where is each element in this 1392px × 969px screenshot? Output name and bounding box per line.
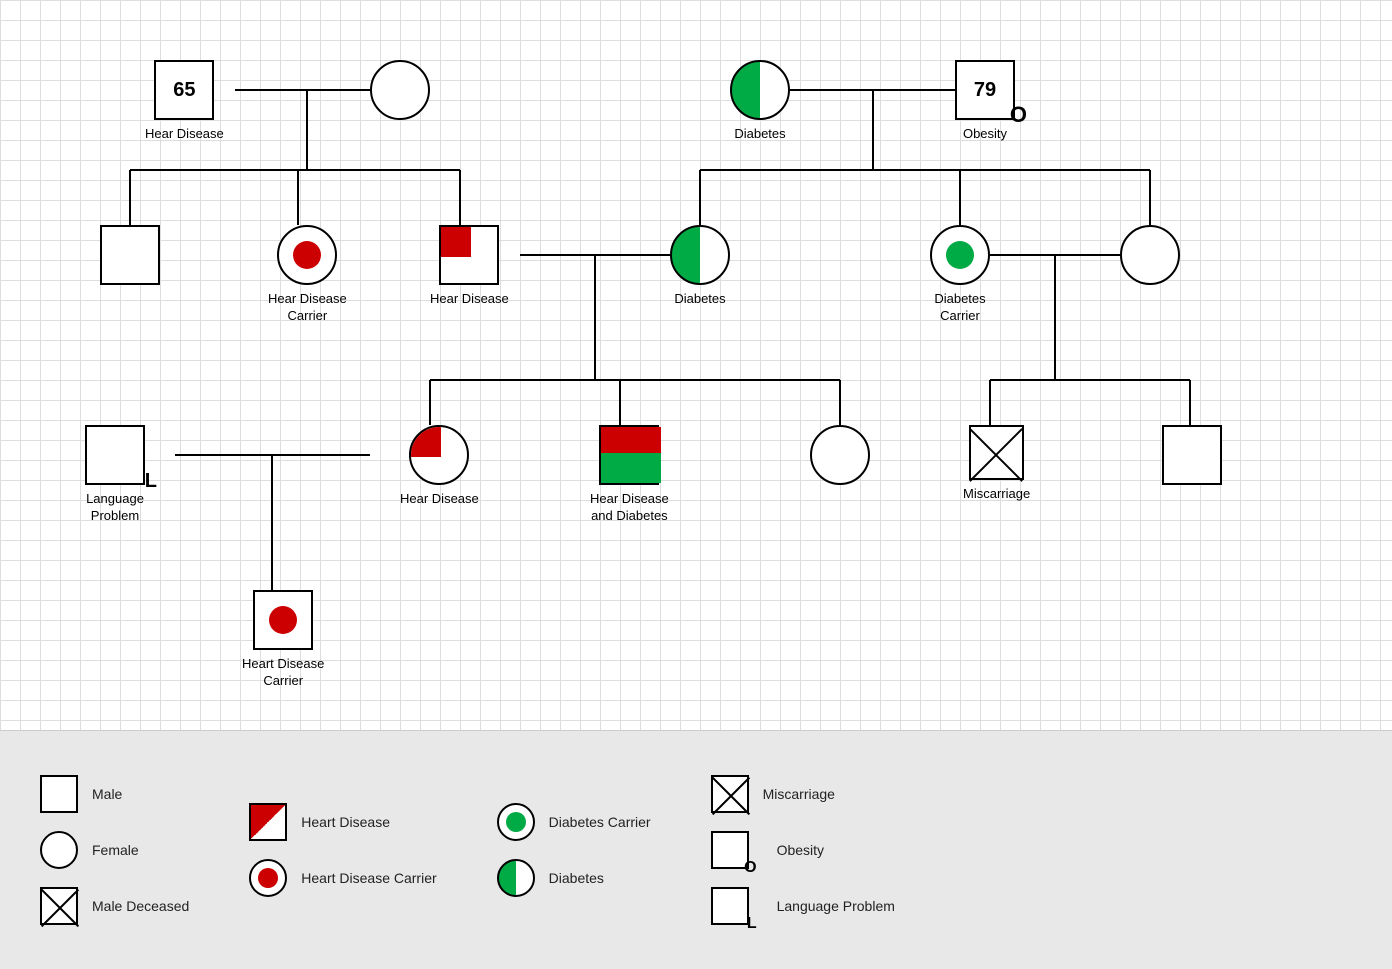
node-gen1-male-deceased: 65 Hear Disease bbox=[145, 60, 224, 143]
gen2-heart-disease-shape bbox=[439, 225, 499, 285]
legend-diabetes-carrier-icon bbox=[497, 803, 535, 841]
node-gen2-plain-male bbox=[100, 225, 160, 285]
node-gen2-heart-disease-male: Hear Disease bbox=[430, 225, 509, 308]
gen3-miscarriage-label: Miscarriage bbox=[963, 486, 1030, 503]
gen1-obesity-shape: 79 O bbox=[955, 60, 1015, 120]
heart-carrier-dot bbox=[293, 241, 321, 269]
gen3-heart-diabetes-shape bbox=[599, 425, 659, 485]
legend-diabetes-carrier-label: Diabetes Carrier bbox=[549, 814, 651, 830]
legend-heart-carrier-icon bbox=[249, 859, 287, 897]
legend-heart-disease-label: Heart Disease bbox=[301, 814, 390, 830]
node-gen2-diabetes-carrier: DiabetesCarrier bbox=[930, 225, 990, 325]
legend-miscarriage-icon bbox=[711, 775, 749, 813]
obesity-badge: O bbox=[1010, 102, 1027, 128]
gen1-female-shape bbox=[370, 60, 430, 120]
legend-diabetes-icon bbox=[497, 859, 535, 897]
legend-heart-carrier: Heart Disease Carrier bbox=[249, 859, 436, 897]
legend-obesity: Obesity bbox=[711, 831, 895, 869]
legend-diabetes-carrier: Diabetes Carrier bbox=[497, 803, 651, 841]
legend-female-icon bbox=[40, 831, 78, 869]
gen1-diabetes-shape bbox=[730, 60, 790, 120]
gen2-diabetes-carrier-label: DiabetesCarrier bbox=[934, 291, 985, 325]
legend-col-3: Diabetes Carrier Diabetes bbox=[497, 803, 651, 897]
gen2-diabetes-shape bbox=[670, 225, 730, 285]
node-gen1-female bbox=[370, 60, 430, 120]
diagram-area: 65 Hear Disease Diabetes 79 O Obesity He… bbox=[0, 0, 1392, 730]
node-gen3-miscarriage: Miscarriage bbox=[963, 425, 1030, 503]
diabetes-carrier-dot bbox=[946, 241, 974, 269]
legend-language-icon bbox=[711, 887, 749, 925]
legend-language: Language Problem bbox=[711, 887, 895, 925]
node-gen3-plain-female bbox=[810, 425, 870, 485]
legend-diabetes-label: Diabetes bbox=[549, 870, 604, 886]
legend-area: Male Female Male Deceased Heart Disease … bbox=[0, 730, 1392, 969]
legend-male-label: Male bbox=[92, 786, 122, 802]
legend-female: Female bbox=[40, 831, 189, 869]
legend-heart-carrier-label: Heart Disease Carrier bbox=[301, 870, 436, 886]
red-quarter bbox=[411, 427, 441, 457]
gen2-heart-carrier-shape bbox=[277, 225, 337, 285]
gen4-heart-carrier-label: Heart DiseaseCarrier bbox=[242, 656, 324, 690]
gen2-heart-disease-label: Hear Disease bbox=[430, 291, 509, 308]
gen1-obesity-label: Obesity bbox=[963, 126, 1007, 143]
gen2-plain-male-shape bbox=[100, 225, 160, 285]
node-gen1-obesity-male: 79 O Obesity bbox=[955, 60, 1015, 143]
legend-male: Male bbox=[40, 775, 189, 813]
gen1-male-age: 65 bbox=[173, 79, 195, 102]
legend-heart-disease: Heart Disease bbox=[249, 803, 436, 841]
gen3-hear-disease-label: Hear Disease bbox=[400, 491, 479, 508]
gen1-obesity-age: 79 bbox=[974, 79, 996, 102]
gen2-diabetes-label: Diabetes bbox=[674, 291, 725, 308]
node-gen2-plain-female bbox=[1120, 225, 1180, 285]
node-gen2-diabetes-female: Diabetes bbox=[670, 225, 730, 308]
gen3-miscarriage-shape bbox=[969, 425, 1024, 480]
gen4-heart-carrier-shape bbox=[253, 590, 313, 650]
language-badge: L bbox=[145, 470, 157, 493]
legend-obesity-icon bbox=[711, 831, 749, 869]
legend-deceased-icon bbox=[40, 887, 78, 925]
gen1-diabetes-label: Diabetes bbox=[734, 126, 785, 143]
legend-col-2: Heart Disease Heart Disease Carrier bbox=[249, 803, 436, 897]
node-gen3-plain-male-right bbox=[1162, 425, 1222, 485]
legend-obesity-label: Obesity bbox=[777, 842, 824, 858]
node-gen1-diabetes-female: Diabetes bbox=[730, 60, 790, 143]
gen2-plain-female-shape bbox=[1120, 225, 1180, 285]
gen2-diabetes-carrier-shape bbox=[930, 225, 990, 285]
node-gen4-heart-carrier-male: Heart DiseaseCarrier bbox=[242, 590, 324, 690]
legend-male-icon bbox=[40, 775, 78, 813]
legend-miscarriage: Miscarriage bbox=[711, 775, 895, 813]
gen3-hear-female-shape bbox=[409, 425, 469, 485]
node-gen2-heart-carrier-female: Hear DiseaseCarrier bbox=[268, 225, 347, 325]
gen3-language-shape: L bbox=[85, 425, 145, 485]
gen2-heart-carrier-label: Hear DiseaseCarrier bbox=[268, 291, 347, 325]
gen1-male-label: Hear Disease bbox=[145, 126, 224, 143]
gen1-male-shape: 65 bbox=[154, 60, 214, 120]
gen3-plain-male-shape bbox=[1162, 425, 1222, 485]
heart-carrier-inner bbox=[269, 606, 297, 634]
gen3-heart-diabetes-label: Hear Diseaseand Diabetes bbox=[590, 491, 669, 525]
node-gen3-heart-diabetes-male: Hear Diseaseand Diabetes bbox=[590, 425, 669, 525]
node-gen3-hear-disease-female: Hear Disease bbox=[400, 425, 479, 508]
legend-language-label: Language Problem bbox=[777, 898, 895, 914]
legend-miscarriage-label: Miscarriage bbox=[763, 786, 835, 802]
legend-female-label: Female bbox=[92, 842, 139, 858]
legend-col-1: Male Female Male Deceased bbox=[40, 775, 189, 925]
node-gen3-language-male: L LanguageProblem bbox=[85, 425, 145, 525]
legend-col-4: Miscarriage Obesity Language Problem bbox=[711, 775, 895, 925]
gen3-plain-female-shape bbox=[810, 425, 870, 485]
gen3-language-label: LanguageProblem bbox=[86, 491, 144, 525]
red-quad bbox=[441, 227, 471, 257]
legend-deceased-label: Male Deceased bbox=[92, 898, 189, 914]
legend-heart-disease-icon bbox=[249, 803, 287, 841]
legend-deceased: Male Deceased bbox=[40, 887, 189, 925]
green-half bbox=[601, 453, 661, 483]
legend-diabetes: Diabetes bbox=[497, 859, 651, 897]
